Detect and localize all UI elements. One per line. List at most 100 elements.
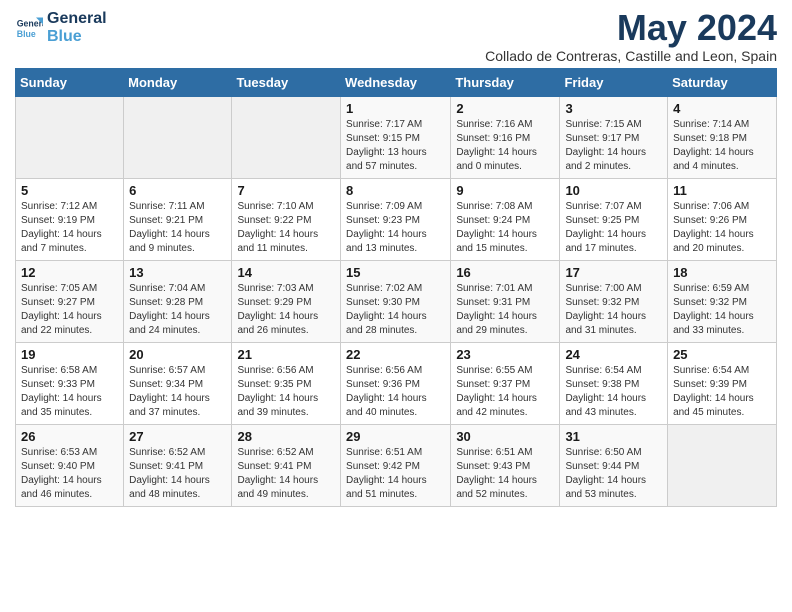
calendar-week-row: 5 Sunrise: 7:12 AM Sunset: 9:19 PM Daylig… xyxy=(16,179,777,261)
calendar-cell: 8 Sunrise: 7:09 AM Sunset: 9:23 PM Daylig… xyxy=(341,179,451,261)
day-number: 2 xyxy=(456,101,554,116)
day-info: Sunrise: 7:05 AM Sunset: 9:27 PM Dayligh… xyxy=(21,282,118,338)
day-number: 9 xyxy=(456,183,554,198)
weekday-header: Saturday xyxy=(668,69,777,97)
day-number: 4 xyxy=(673,101,771,116)
weekday-header: Wednesday xyxy=(341,69,451,97)
calendar-cell: 3 Sunrise: 7:15 AM Sunset: 9:17 PM Daylig… xyxy=(560,97,668,179)
day-number: 11 xyxy=(673,183,771,198)
day-number: 18 xyxy=(673,265,771,280)
day-info: Sunrise: 7:08 AM Sunset: 9:24 PM Dayligh… xyxy=(456,200,554,256)
day-number: 6 xyxy=(129,183,226,198)
day-number: 20 xyxy=(129,347,226,362)
day-number: 28 xyxy=(237,429,335,444)
calendar-cell: 26 Sunrise: 6:53 AM Sunset: 9:40 PM Dayli… xyxy=(16,425,124,507)
calendar-cell: 31 Sunrise: 6:50 AM Sunset: 9:44 PM Dayli… xyxy=(560,425,668,507)
calendar-cell: 25Sunrise: 6:54 AM Sunset: 9:39 PM Dayli… xyxy=(668,343,777,425)
weekday-header: Sunday xyxy=(16,69,124,97)
day-number: 24 xyxy=(565,347,662,362)
calendar-cell: 2 Sunrise: 7:16 AM Sunset: 9:16 PM Daylig… xyxy=(451,97,560,179)
day-info: Sunrise: 7:12 AM Sunset: 9:19 PM Dayligh… xyxy=(21,200,118,256)
calendar-cell: 21Sunrise: 6:56 AM Sunset: 9:35 PM Dayli… xyxy=(232,343,341,425)
day-number: 30 xyxy=(456,429,554,444)
day-info: Sunrise: 7:14 AM Sunset: 9:18 PM Dayligh… xyxy=(673,118,771,174)
day-number: 27 xyxy=(129,429,226,444)
day-number: 16 xyxy=(456,265,554,280)
calendar-cell xyxy=(16,97,124,179)
day-number: 3 xyxy=(565,101,662,116)
day-number: 21 xyxy=(237,347,335,362)
logo-icon: General Blue xyxy=(15,14,43,42)
calendar-cell: 14 Sunrise: 7:03 AM Sunset: 9:29 PM Dayli… xyxy=(232,261,341,343)
calendar-cell: 13 Sunrise: 7:04 AM Sunset: 9:28 PM Dayli… xyxy=(124,261,232,343)
calendar-cell: 28 Sunrise: 6:52 AM Sunset: 9:41 PM Dayli… xyxy=(232,425,341,507)
day-number: 17 xyxy=(565,265,662,280)
day-number: 26 xyxy=(21,429,118,444)
calendar-week-row: 19 Sunrise: 6:58 AM Sunset: 9:33 PM Dayli… xyxy=(16,343,777,425)
weekday-header: Friday xyxy=(560,69,668,97)
calendar-cell: 7 Sunrise: 7:10 AM Sunset: 9:22 PM Daylig… xyxy=(232,179,341,261)
logo: General Blue General Blue xyxy=(15,10,107,45)
month-title: May 2024 xyxy=(485,10,777,46)
calendar-week-row: 26 Sunrise: 6:53 AM Sunset: 9:40 PM Dayli… xyxy=(16,425,777,507)
day-info: Sunrise: 7:15 AM Sunset: 9:17 PM Dayligh… xyxy=(565,118,662,174)
day-number: 19 xyxy=(21,347,118,362)
weekday-header: Thursday xyxy=(451,69,560,97)
calendar-week-row: 12 Sunrise: 7:05 AM Sunset: 9:27 PM Dayli… xyxy=(16,261,777,343)
calendar-cell: 16Sunrise: 7:01 AM Sunset: 9:31 PM Dayli… xyxy=(451,261,560,343)
calendar-cell: 27Sunrise: 6:52 AM Sunset: 9:41 PM Dayli… xyxy=(124,425,232,507)
calendar-header-row: SundayMondayTuesdayWednesdayThursdayFrid… xyxy=(16,69,777,97)
day-info: Sunrise: 6:52 AM Sunset: 9:41 PM Dayligh… xyxy=(237,446,335,502)
calendar-cell: 29Sunrise: 6:51 AM Sunset: 9:42 PM Dayli… xyxy=(341,425,451,507)
day-info: Sunrise: 7:11 AM Sunset: 9:21 PM Dayligh… xyxy=(129,200,226,256)
calendar-cell: 20 Sunrise: 6:57 AM Sunset: 9:34 PM Dayli… xyxy=(124,343,232,425)
day-info: Sunrise: 7:06 AM Sunset: 9:26 PM Dayligh… xyxy=(673,200,771,256)
day-info: Sunrise: 6:59 AM Sunset: 9:32 PM Dayligh… xyxy=(673,282,771,338)
day-number: 12 xyxy=(21,265,118,280)
calendar-cell: 10 Sunrise: 7:07 AM Sunset: 9:25 PM Dayli… xyxy=(560,179,668,261)
day-info: Sunrise: 7:03 AM Sunset: 9:29 PM Dayligh… xyxy=(237,282,335,338)
day-number: 14 xyxy=(237,265,335,280)
day-info: Sunrise: 7:10 AM Sunset: 9:22 PM Dayligh… xyxy=(237,200,335,256)
calendar-cell: 12 Sunrise: 7:05 AM Sunset: 9:27 PM Dayli… xyxy=(16,261,124,343)
day-info: Sunrise: 7:02 AM Sunset: 9:30 PM Dayligh… xyxy=(346,282,445,338)
calendar-week-row: 1Sunrise: 7:17 AM Sunset: 9:15 PM Daylig… xyxy=(16,97,777,179)
day-number: 23 xyxy=(456,347,554,362)
weekday-header: Monday xyxy=(124,69,232,97)
calendar-cell: 9 Sunrise: 7:08 AM Sunset: 9:24 PM Daylig… xyxy=(451,179,560,261)
calendar-cell: 30Sunrise: 6:51 AM Sunset: 9:43 PM Dayli… xyxy=(451,425,560,507)
calendar-cell: 4 Sunrise: 7:14 AM Sunset: 9:18 PM Daylig… xyxy=(668,97,777,179)
day-number: 8 xyxy=(346,183,445,198)
day-info: Sunrise: 7:16 AM Sunset: 9:16 PM Dayligh… xyxy=(456,118,554,174)
calendar-cell: 18 Sunrise: 6:59 AM Sunset: 9:32 PM Dayli… xyxy=(668,261,777,343)
calendar-cell: 6 Sunrise: 7:11 AM Sunset: 9:21 PM Daylig… xyxy=(124,179,232,261)
day-info: Sunrise: 6:58 AM Sunset: 9:33 PM Dayligh… xyxy=(21,364,118,420)
day-number: 13 xyxy=(129,265,226,280)
calendar-cell: 24Sunrise: 6:54 AM Sunset: 9:38 PM Dayli… xyxy=(560,343,668,425)
day-info: Sunrise: 6:57 AM Sunset: 9:34 PM Dayligh… xyxy=(129,364,226,420)
calendar-cell xyxy=(124,97,232,179)
day-number: 5 xyxy=(21,183,118,198)
calendar-cell: 15 Sunrise: 7:02 AM Sunset: 9:30 PM Dayli… xyxy=(341,261,451,343)
location-subtitle: Collado de Contreras, Castille and Leon,… xyxy=(485,48,777,64)
day-info: Sunrise: 6:56 AM Sunset: 9:36 PM Dayligh… xyxy=(346,364,445,420)
calendar-cell: 11 Sunrise: 7:06 AM Sunset: 9:26 PM Dayli… xyxy=(668,179,777,261)
day-info: Sunrise: 7:09 AM Sunset: 9:23 PM Dayligh… xyxy=(346,200,445,256)
day-number: 7 xyxy=(237,183,335,198)
day-number: 10 xyxy=(565,183,662,198)
calendar-cell xyxy=(232,97,341,179)
day-info: Sunrise: 6:50 AM Sunset: 9:44 PM Dayligh… xyxy=(565,446,662,502)
weekday-header: Tuesday xyxy=(232,69,341,97)
day-info: Sunrise: 6:53 AM Sunset: 9:40 PM Dayligh… xyxy=(21,446,118,502)
day-number: 22 xyxy=(346,347,445,362)
calendar-cell xyxy=(668,425,777,507)
calendar-cell: 1Sunrise: 7:17 AM Sunset: 9:15 PM Daylig… xyxy=(341,97,451,179)
day-info: Sunrise: 6:55 AM Sunset: 9:37 PM Dayligh… xyxy=(456,364,554,420)
day-number: 15 xyxy=(346,265,445,280)
calendar-cell: 22 Sunrise: 6:56 AM Sunset: 9:36 PM Dayli… xyxy=(341,343,451,425)
day-number: 31 xyxy=(565,429,662,444)
day-info: Sunrise: 7:04 AM Sunset: 9:28 PM Dayligh… xyxy=(129,282,226,338)
calendar-table: SundayMondayTuesdayWednesdayThursdayFrid… xyxy=(15,68,777,507)
svg-text:Blue: Blue xyxy=(17,28,36,38)
day-info: Sunrise: 7:07 AM Sunset: 9:25 PM Dayligh… xyxy=(565,200,662,256)
